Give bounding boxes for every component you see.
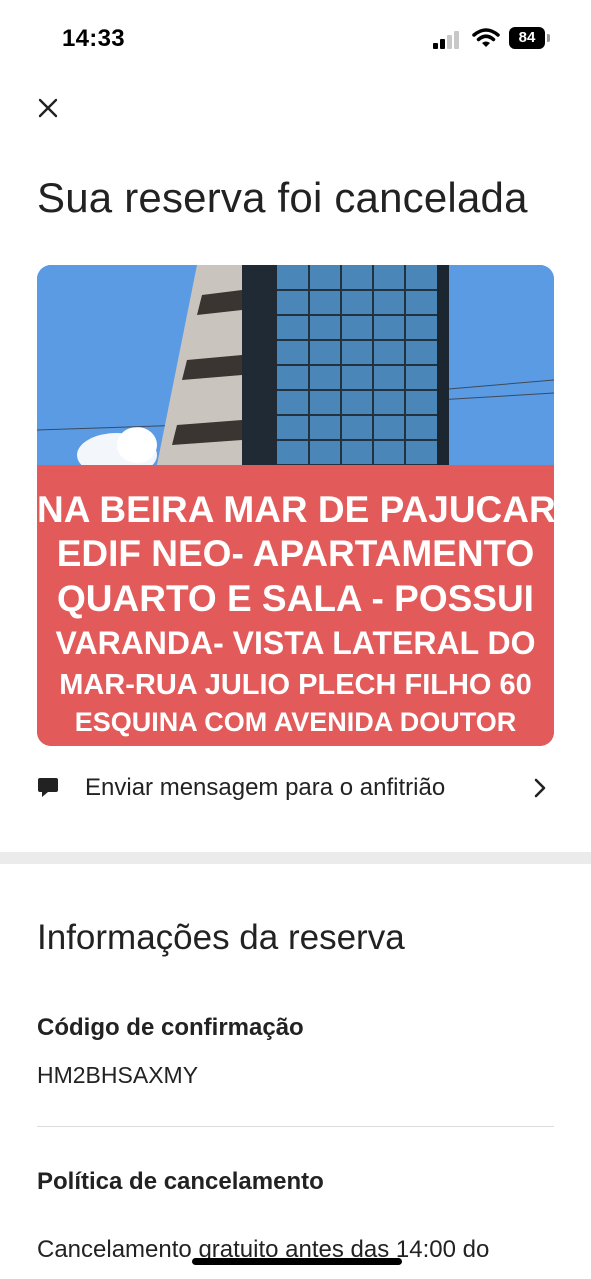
close-icon[interactable] — [32, 92, 64, 124]
reservation-info-title: Informações da reserva — [37, 918, 405, 957]
banner-line: EDIF NEO- APARTAMENTO — [56, 533, 535, 574]
listing-title-banner: NA BEIRA MAR DE PAJUCARA- EDIF NEO- APAR… — [37, 465, 554, 746]
banner-line: NA BEIRA MAR DE PAJUCARA- — [37, 489, 554, 530]
policy-text-start: Cancelamento — [37, 1236, 192, 1263]
banner-line: ESQUINA COM AVENIDA DOUTOR — [74, 707, 517, 737]
banner-line: MAR-RUA JULIO PLECH FILHO 60 — [59, 669, 532, 701]
status-time: 14:33 — [62, 25, 125, 52]
home-indicator — [192, 1258, 402, 1265]
cancellation-policy-label: Política de cancelamento — [37, 1168, 324, 1195]
confirmation-code-value: HM2BHSAXMY — [37, 1062, 199, 1088]
status-bar: 14:33 84 — [0, 0, 591, 80]
message-host-label: Enviar mensagem para o anfitrião — [85, 774, 446, 801]
chevron-right-icon — [534, 778, 546, 798]
confirmation-code-label: Código de confirmação — [37, 1014, 304, 1041]
banner-line: VARANDA- VISTA LATERAL DO — [55, 625, 536, 661]
divider — [37, 1126, 554, 1127]
banner-line: QUARTO E SALA - POSSUI — [57, 578, 534, 619]
building-photo — [37, 265, 554, 475]
battery-cap — [547, 34, 550, 42]
chat-bubble-icon — [38, 778, 58, 797]
wifi-icon — [472, 28, 500, 47]
section-divider — [0, 852, 591, 864]
page-title: Sua reserva foi cancelada — [37, 174, 528, 221]
listing-image[interactable]: NA BEIRA MAR DE PAJUCARA- EDIF NEO- APAR… — [37, 265, 554, 746]
message-host-row[interactable]: Enviar mensagem para o anfitrião — [37, 764, 557, 812]
battery-icon: 84 — [509, 27, 551, 49]
cellular-signal-icon — [433, 31, 459, 49]
battery-level: 84 — [509, 27, 545, 49]
